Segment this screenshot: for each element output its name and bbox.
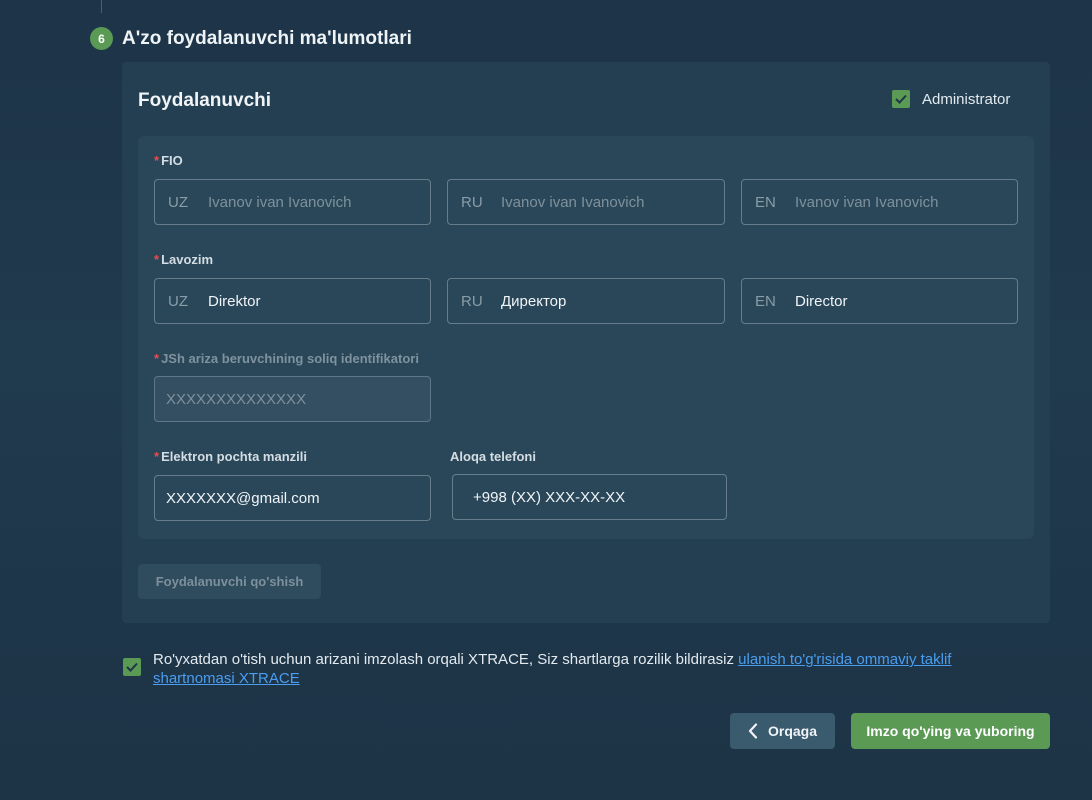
lang-prefix-ru: RU	[461, 193, 483, 211]
required-marker: *	[154, 449, 160, 464]
jsh-label: * JSh ariza beruvchining soliq identifika…	[154, 351, 419, 366]
agreement-row: Ro'yxatdan o'tish uchun arizani imzolash…	[123, 650, 1003, 688]
fio-label: * FIO	[154, 153, 183, 168]
step-number-badge: 6	[90, 27, 113, 50]
administrator-label: Administrator	[922, 90, 1011, 108]
user-card: Foydalanuvchi Administrator * FIO UZ Ivan…	[122, 62, 1050, 623]
fio-uz-placeholder: Ivanov ivan Ivanovich	[208, 193, 352, 211]
lang-prefix-en: EN	[755, 193, 776, 211]
phone-field[interactable]: +998 (XX) XXX-XX-XX	[452, 474, 727, 520]
lang-prefix-ru: RU	[461, 292, 483, 310]
email-field[interactable]: XXXXXXX@gmail.com	[154, 475, 431, 521]
jsh-tin-input[interactable]: XXXXXXXXXXXXXX	[154, 376, 431, 422]
lavozim-en-value: Director	[795, 292, 848, 310]
administrator-checkbox[interactable]: Administrator	[892, 90, 1010, 108]
chevron-left-icon	[748, 723, 758, 739]
step-title: A'zo foydalanuvchi ma'lumotlari	[122, 27, 412, 49]
lavozim-uz-value: Direktor	[208, 292, 261, 310]
required-marker: *	[154, 153, 160, 168]
step-connector-line	[101, 0, 102, 13]
fio-ru-input[interactable]: RU Ivanov ivan Ivanovich	[447, 179, 725, 225]
user-form-panel: * FIO UZ Ivanov ivan Ivanovich RU Ivanov …	[138, 136, 1034, 539]
lavozim-label: * Lavozim	[154, 252, 214, 267]
fio-en-placeholder: Ivanov ivan Ivanovich	[795, 193, 939, 211]
fio-ru-placeholder: Ivanov ivan Ivanovich	[501, 193, 645, 211]
required-marker: *	[154, 252, 160, 267]
lang-prefix-uz: UZ	[168, 193, 188, 211]
phone-label: Aloqa telefoni	[450, 449, 536, 464]
lavozim-ru-value: Директор	[501, 292, 567, 310]
lang-prefix-en: EN	[755, 292, 776, 310]
checkbox-checked-icon[interactable]	[892, 90, 910, 108]
lavozim-uz-input[interactable]: UZ Direktor	[154, 278, 431, 324]
back-button-label: Orqaga	[767, 723, 817, 739]
sign-and-submit-button[interactable]: Imzo qo'ying va yuboring	[851, 713, 1050, 749]
email-value: XXXXXXX@gmail.com	[166, 489, 320, 507]
back-button[interactable]: Orqaga	[730, 713, 835, 749]
email-label: * Elektron pochta manzili	[154, 449, 307, 464]
lang-prefix-uz: UZ	[168, 292, 188, 310]
lavozim-en-input[interactable]: EN Director	[741, 278, 1018, 324]
fio-uz-input[interactable]: UZ Ivanov ivan Ivanovich	[154, 179, 431, 225]
phone-value: +998 (XX) XXX-XX-XX	[473, 488, 626, 506]
card-title: Foydalanuvchi	[138, 90, 272, 111]
required-marker: *	[154, 351, 160, 366]
lavozim-ru-input[interactable]: RU Директор	[447, 278, 725, 324]
jsh-placeholder: XXXXXXXXXXXXXX	[166, 390, 307, 408]
agreement-checkbox[interactable]	[123, 658, 141, 676]
add-user-button[interactable]: Foydalanuvchi qo'shish	[138, 564, 321, 599]
agreement-text: Ro'yxatdan o'tish uchun arizani imzolash…	[153, 651, 952, 687]
step-header: 6 A'zo foydalanuvchi ma'lumotlari	[90, 27, 412, 50]
fio-en-input[interactable]: EN Ivanov ivan Ivanovich	[741, 179, 1018, 225]
